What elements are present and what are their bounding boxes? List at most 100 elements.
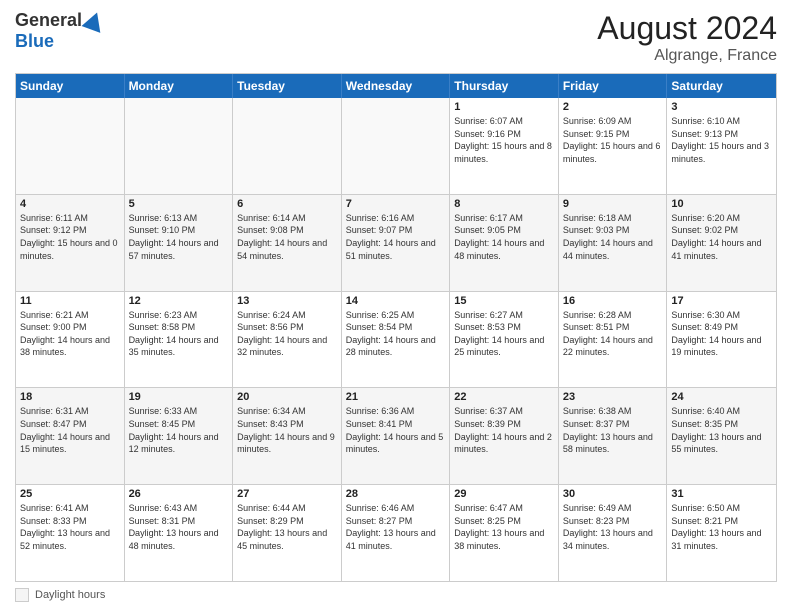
day-number: 10 xyxy=(671,198,772,210)
header-day-tuesday: Tuesday xyxy=(233,74,342,98)
day-number: 6 xyxy=(237,198,337,210)
title-block: August 2024 Algrange, France xyxy=(597,10,777,65)
cal-cell-day-28: 28 Sunrise: 6:46 AM Sunset: 8:27 PM Dayli… xyxy=(342,485,451,581)
cal-row-1: 4 Sunrise: 6:11 AM Sunset: 9:12 PM Daylig… xyxy=(16,194,776,291)
cell-info: Sunrise: 6:50 AM Sunset: 8:21 PM Dayligh… xyxy=(671,502,772,552)
cal-cell-day-8: 8 Sunrise: 6:17 AM Sunset: 9:05 PM Daylig… xyxy=(450,195,559,291)
cal-cell-day-6: 6 Sunrise: 6:14 AM Sunset: 9:08 PM Daylig… xyxy=(233,195,342,291)
day-number: 20 xyxy=(237,391,337,403)
cal-row-0: 1 Sunrise: 6:07 AM Sunset: 9:16 PM Daylig… xyxy=(16,98,776,194)
logo-general-text: General xyxy=(15,10,82,31)
cal-row-3: 18 Sunrise: 6:31 AM Sunset: 8:47 PM Dayli… xyxy=(16,387,776,484)
legend-box xyxy=(15,588,29,602)
cal-cell-day-23: 23Sunrise: 6:38 AM Sunset: 8:37 PM Dayli… xyxy=(559,388,668,484)
cal-cell-day-17: 17Sunrise: 6:30 AM Sunset: 8:49 PM Dayli… xyxy=(667,292,776,388)
cell-info: Sunrise: 6:10 AM Sunset: 9:13 PM Dayligh… xyxy=(671,115,772,165)
cell-info: Sunrise: 6:24 AM Sunset: 8:56 PM Dayligh… xyxy=(237,309,337,359)
cal-cell-day-10: 10 Sunrise: 6:20 AM Sunset: 9:02 PM Dayli… xyxy=(667,195,776,291)
cal-cell-day-4: 4 Sunrise: 6:11 AM Sunset: 9:12 PM Daylig… xyxy=(16,195,125,291)
cell-info: Sunrise: 6:17 AM Sunset: 9:05 PM Dayligh… xyxy=(454,212,554,262)
cal-cell-day-5: 5 Sunrise: 6:13 AM Sunset: 9:10 PM Daylig… xyxy=(125,195,234,291)
cal-cell-day-19: 19Sunrise: 6:33 AM Sunset: 8:45 PM Dayli… xyxy=(125,388,234,484)
cell-info: Sunrise: 6:23 AM Sunset: 8:58 PM Dayligh… xyxy=(129,309,229,359)
cell-info: Sunrise: 6:43 AM Sunset: 8:31 PM Dayligh… xyxy=(129,502,229,552)
day-number: 5 xyxy=(129,198,229,210)
day-number: 9 xyxy=(563,198,663,210)
cal-cell-day-2: 2 Sunrise: 6:09 AM Sunset: 9:15 PM Daylig… xyxy=(559,98,668,194)
cell-info: Sunrise: 6:46 AM Sunset: 8:27 PM Dayligh… xyxy=(346,502,446,552)
cell-info: Sunrise: 6:41 AM Sunset: 8:33 PM Dayligh… xyxy=(20,502,120,552)
cal-row-2: 11Sunrise: 6:21 AM Sunset: 9:00 PM Dayli… xyxy=(16,291,776,388)
cell-info: Sunrise: 6:20 AM Sunset: 9:02 PM Dayligh… xyxy=(671,212,772,262)
cal-row-4: 25 Sunrise: 6:41 AM Sunset: 8:33 PM Dayli… xyxy=(16,484,776,581)
cell-info: Sunrise: 6:09 AM Sunset: 9:15 PM Dayligh… xyxy=(563,115,663,165)
cell-info: Sunrise: 6:18 AM Sunset: 9:03 PM Dayligh… xyxy=(563,212,663,262)
day-number: 28 xyxy=(346,488,446,500)
day-number: 1 xyxy=(454,101,554,113)
cal-cell-day-20: 20Sunrise: 6:34 AM Sunset: 8:43 PM Dayli… xyxy=(233,388,342,484)
cell-info: Sunrise: 6:49 AM Sunset: 8:23 PM Dayligh… xyxy=(563,502,663,552)
cell-info: Sunrise: 6:28 AM Sunset: 8:51 PM Dayligh… xyxy=(563,309,663,359)
logo-triangle-icon xyxy=(82,9,107,33)
cal-cell-day-9: 9 Sunrise: 6:18 AM Sunset: 9:03 PM Daylig… xyxy=(559,195,668,291)
cell-info: Sunrise: 6:31 AM Sunset: 8:47 PM Dayligh… xyxy=(20,405,120,455)
day-number: 17 xyxy=(671,295,772,307)
cell-info: Sunrise: 6:38 AM Sunset: 8:37 PM Dayligh… xyxy=(563,405,663,455)
day-number: 26 xyxy=(129,488,229,500)
cell-info: Sunrise: 6:40 AM Sunset: 8:35 PM Dayligh… xyxy=(671,405,772,455)
day-number: 31 xyxy=(671,488,772,500)
day-number: 3 xyxy=(671,101,772,113)
cell-info: Sunrise: 6:47 AM Sunset: 8:25 PM Dayligh… xyxy=(454,502,554,552)
logo: General Blue xyxy=(15,10,104,52)
cal-cell-day-15: 15 Sunrise: 6:27 AM Sunset: 8:53 PM Dayli… xyxy=(450,292,559,388)
header: General Blue August 2024 Algrange, Franc… xyxy=(15,10,777,65)
header-day-wednesday: Wednesday xyxy=(342,74,451,98)
cal-cell-empty xyxy=(342,98,451,194)
calendar-header: SundayMondayTuesdayWednesdayThursdayFrid… xyxy=(16,74,776,98)
calendar-body: 1 Sunrise: 6:07 AM Sunset: 9:16 PM Daylig… xyxy=(16,98,776,581)
day-number: 8 xyxy=(454,198,554,210)
cal-cell-day-3: 3 Sunrise: 6:10 AM Sunset: 9:13 PM Daylig… xyxy=(667,98,776,194)
cell-info: Sunrise: 6:11 AM Sunset: 9:12 PM Dayligh… xyxy=(20,212,120,262)
legend-label: Daylight hours xyxy=(35,589,105,601)
logo-blue-text: Blue xyxy=(15,31,54,52)
day-number: 2 xyxy=(563,101,663,113)
day-number: 12 xyxy=(129,295,229,307)
day-number: 19 xyxy=(129,391,229,403)
cal-cell-day-30: 30 Sunrise: 6:49 AM Sunset: 8:23 PM Dayli… xyxy=(559,485,668,581)
legend: Daylight hours xyxy=(15,588,777,602)
subtitle: Algrange, France xyxy=(597,47,777,65)
day-number: 7 xyxy=(346,198,446,210)
cal-cell-day-16: 16Sunrise: 6:28 AM Sunset: 8:51 PM Dayli… xyxy=(559,292,668,388)
day-number: 24 xyxy=(671,391,772,403)
day-number: 18 xyxy=(20,391,120,403)
cal-cell-day-14: 14Sunrise: 6:25 AM Sunset: 8:54 PM Dayli… xyxy=(342,292,451,388)
cell-info: Sunrise: 6:07 AM Sunset: 9:16 PM Dayligh… xyxy=(454,115,554,165)
cell-info: Sunrise: 6:36 AM Sunset: 8:41 PM Dayligh… xyxy=(346,405,446,455)
cal-cell-empty xyxy=(16,98,125,194)
cal-cell-day-22: 22Sunrise: 6:37 AM Sunset: 8:39 PM Dayli… xyxy=(450,388,559,484)
day-number: 22 xyxy=(454,391,554,403)
cal-cell-day-12: 12 Sunrise: 6:23 AM Sunset: 8:58 PM Dayli… xyxy=(125,292,234,388)
day-number: 15 xyxy=(454,295,554,307)
day-number: 13 xyxy=(237,295,337,307)
cal-cell-day-18: 18 Sunrise: 6:31 AM Sunset: 8:47 PM Dayli… xyxy=(16,388,125,484)
cell-info: Sunrise: 6:13 AM Sunset: 9:10 PM Dayligh… xyxy=(129,212,229,262)
cal-cell-day-24: 24 Sunrise: 6:40 AM Sunset: 8:35 PM Dayli… xyxy=(667,388,776,484)
header-day-sunday: Sunday xyxy=(16,74,125,98)
day-number: 25 xyxy=(20,488,120,500)
header-day-saturday: Saturday xyxy=(667,74,776,98)
cell-info: Sunrise: 6:21 AM Sunset: 9:00 PM Dayligh… xyxy=(20,309,120,359)
cal-cell-day-21: 21Sunrise: 6:36 AM Sunset: 8:41 PM Dayli… xyxy=(342,388,451,484)
page: General Blue August 2024 Algrange, Franc… xyxy=(0,0,792,612)
header-day-thursday: Thursday xyxy=(450,74,559,98)
cal-cell-day-27: 27Sunrise: 6:44 AM Sunset: 8:29 PM Dayli… xyxy=(233,485,342,581)
cal-cell-day-31: 31 Sunrise: 6:50 AM Sunset: 8:21 PM Dayli… xyxy=(667,485,776,581)
cell-info: Sunrise: 6:14 AM Sunset: 9:08 PM Dayligh… xyxy=(237,212,337,262)
day-number: 4 xyxy=(20,198,120,210)
cell-info: Sunrise: 6:27 AM Sunset: 8:53 PM Dayligh… xyxy=(454,309,554,359)
cal-cell-day-13: 13 Sunrise: 6:24 AM Sunset: 8:56 PM Dayli… xyxy=(233,292,342,388)
cal-cell-day-7: 7Sunrise: 6:16 AM Sunset: 9:07 PM Daylig… xyxy=(342,195,451,291)
header-day-monday: Monday xyxy=(125,74,234,98)
day-number: 30 xyxy=(563,488,663,500)
